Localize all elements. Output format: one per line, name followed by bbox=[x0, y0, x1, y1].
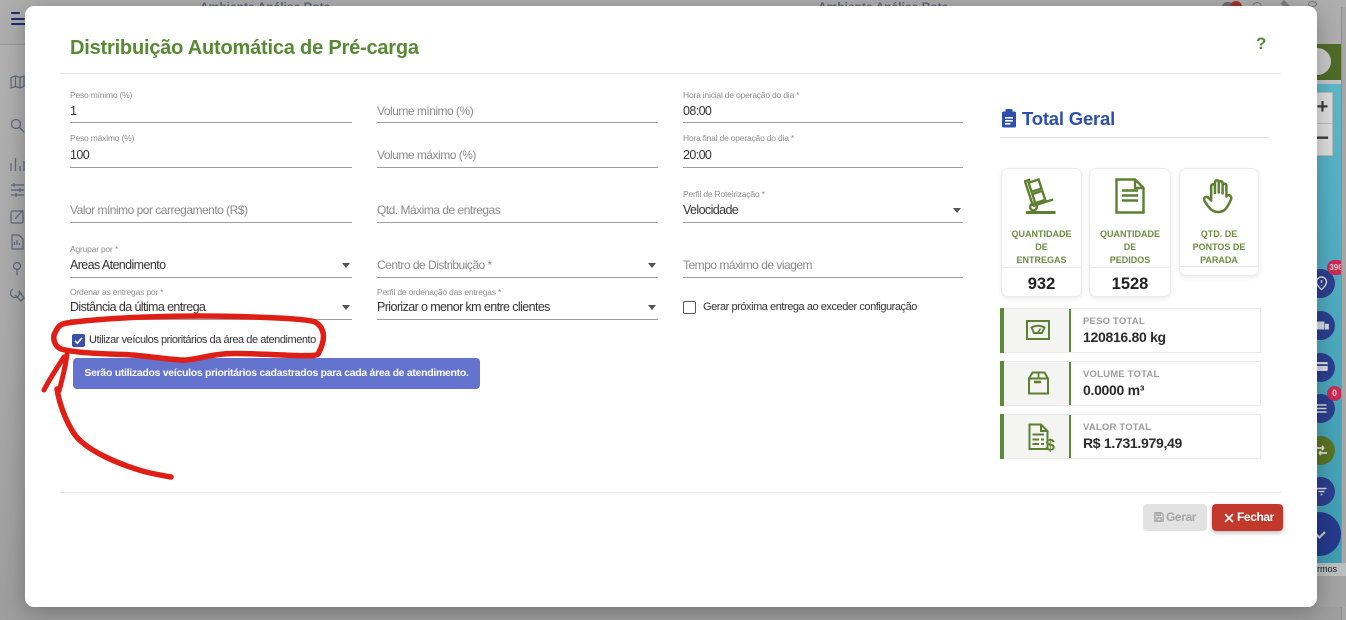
svg-text:$: $ bbox=[1046, 436, 1056, 453]
